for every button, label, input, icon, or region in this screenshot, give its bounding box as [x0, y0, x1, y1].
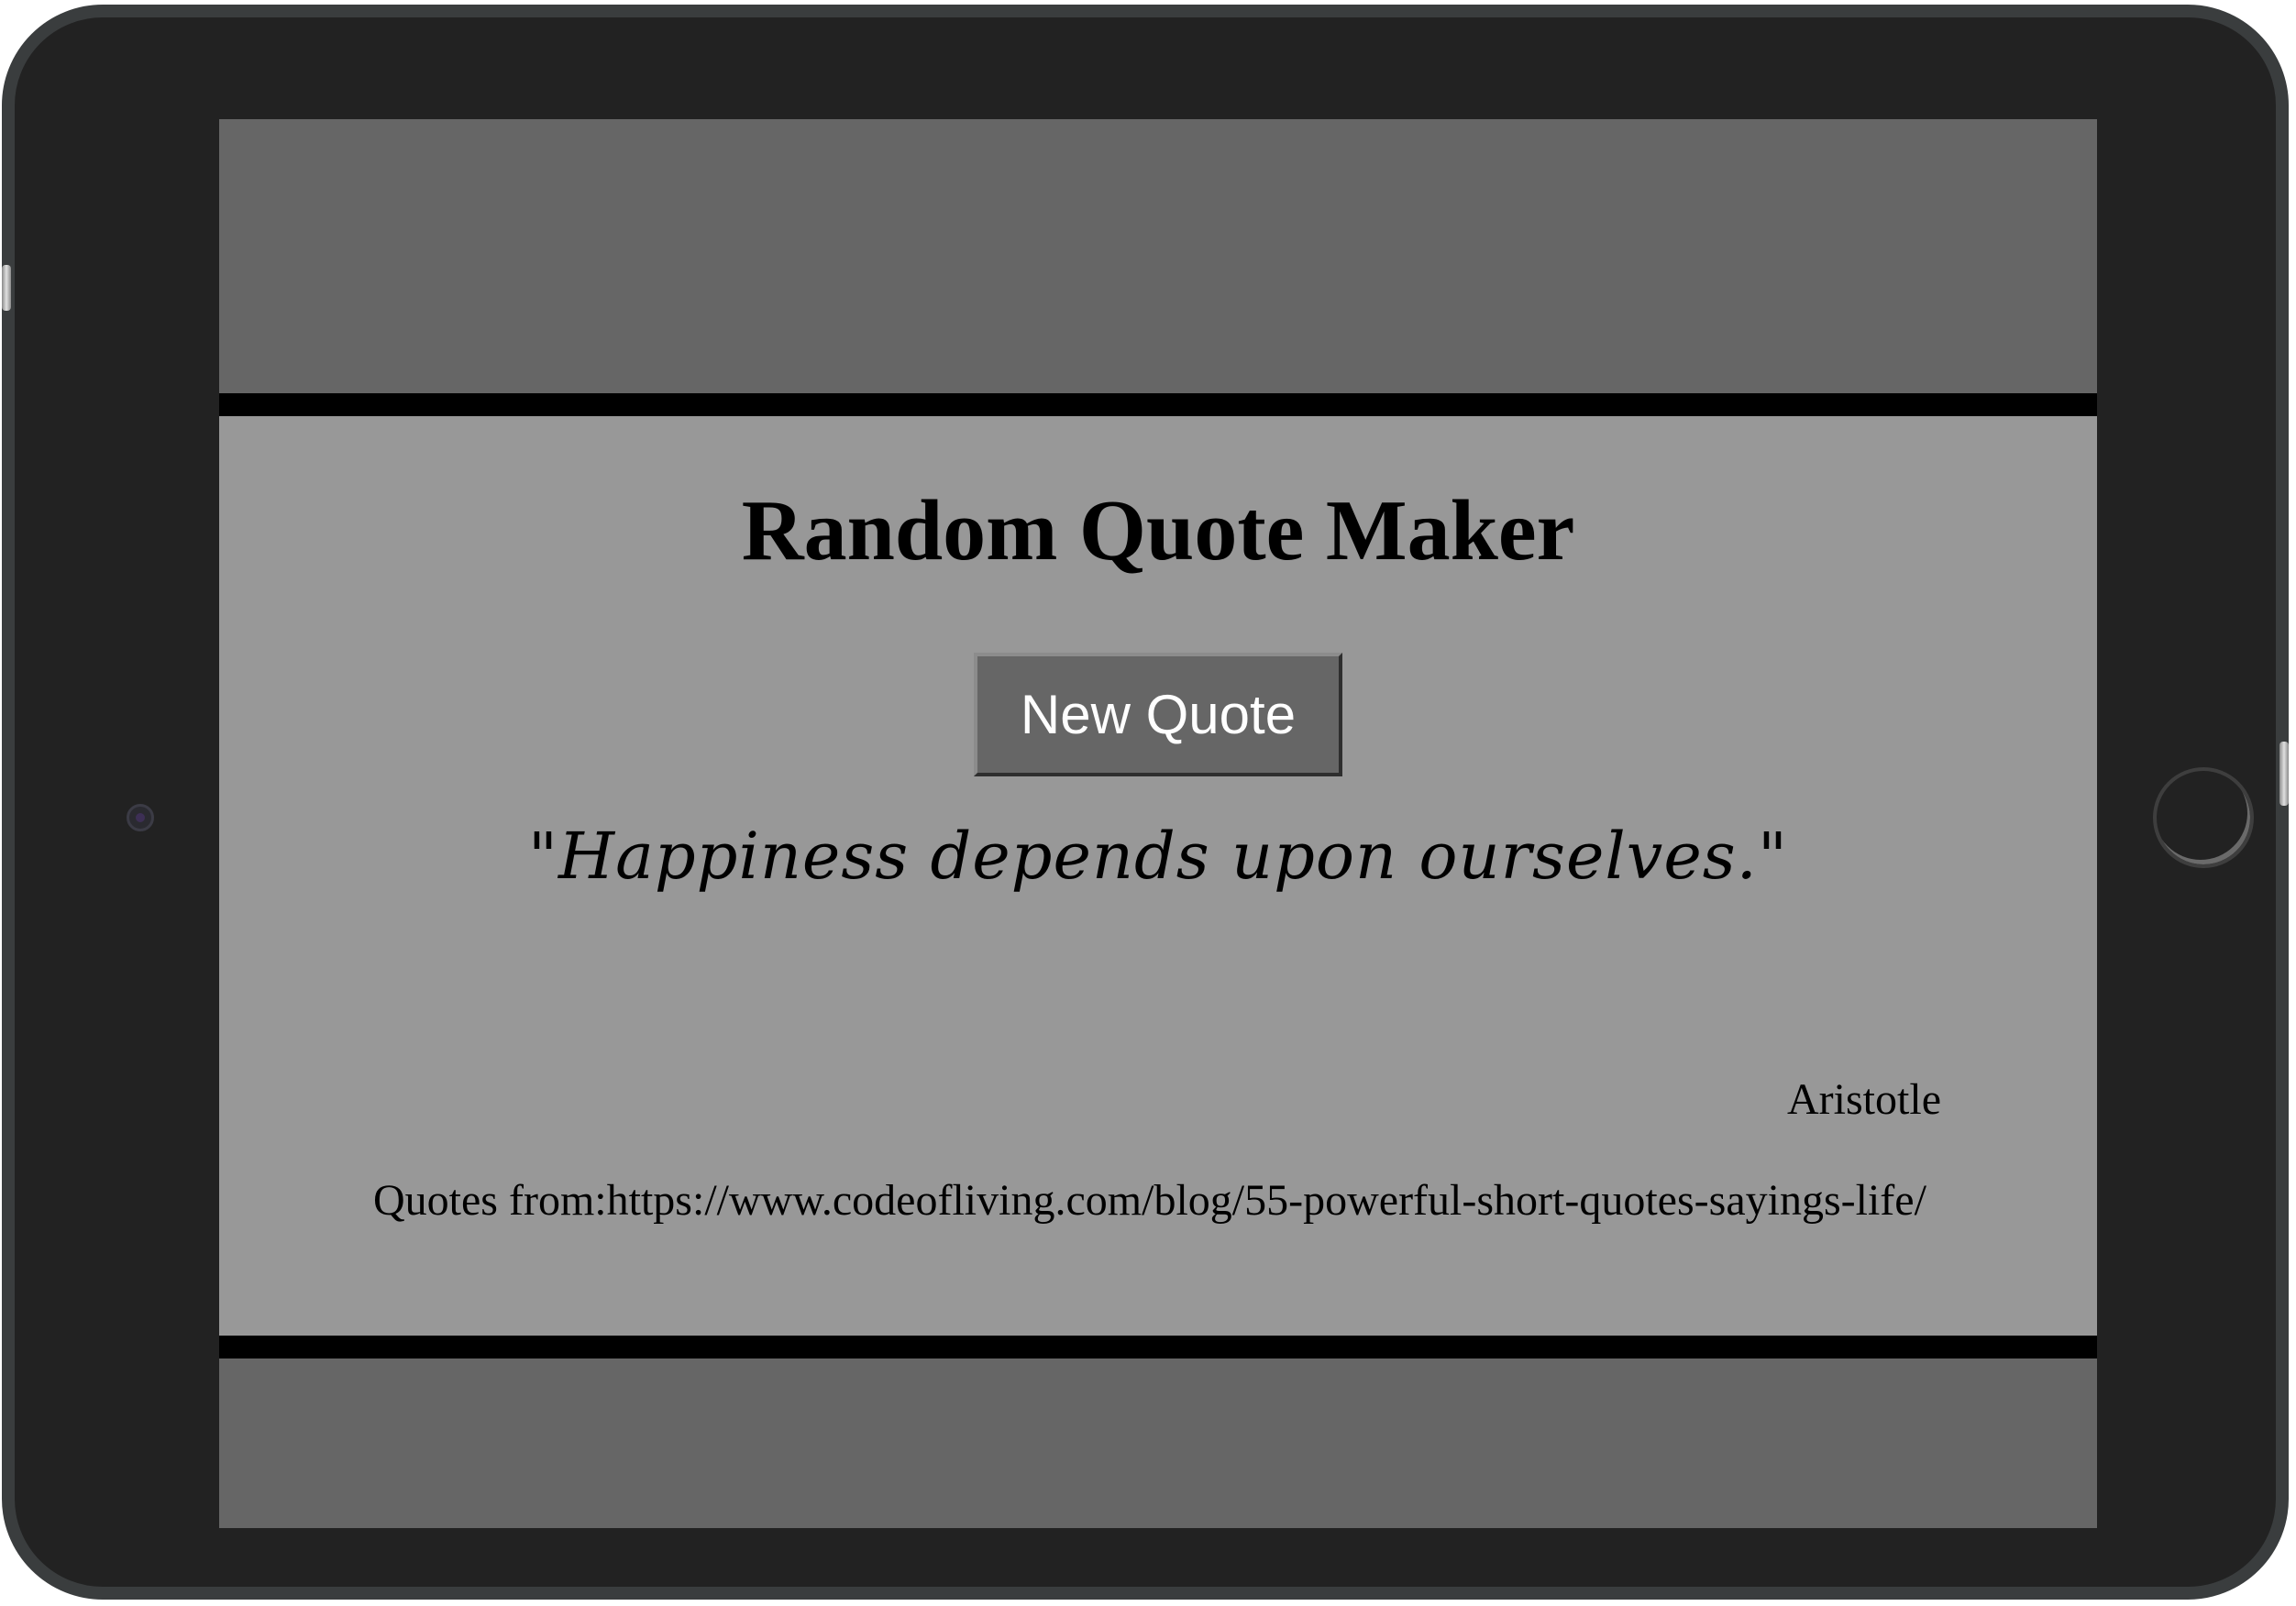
- quote-panel: Random Quote Maker New Quote "Happiness …: [219, 393, 2097, 1358]
- new-quote-button[interactable]: New Quote: [974, 653, 1342, 776]
- home-button-icon[interactable]: [2153, 767, 2254, 868]
- camera-icon: [127, 804, 154, 831]
- device-screen: Random Quote Maker New Quote "Happiness …: [219, 119, 2097, 1528]
- tablet-device: Random Quote Maker New Quote "Happiness …: [2, 5, 2289, 1600]
- volume-button-left: [2, 265, 11, 311]
- power-button-right: [2279, 742, 2289, 806]
- quote-author: Aristotle: [1787, 1075, 1941, 1124]
- quote-text: "Happiness depends upon ourselves.": [527, 819, 1789, 894]
- page-title: Random Quote Maker: [741, 483, 1575, 578]
- quote-source-note: Quotes from:https://www.codeofliving.com…: [373, 1176, 1926, 1225]
